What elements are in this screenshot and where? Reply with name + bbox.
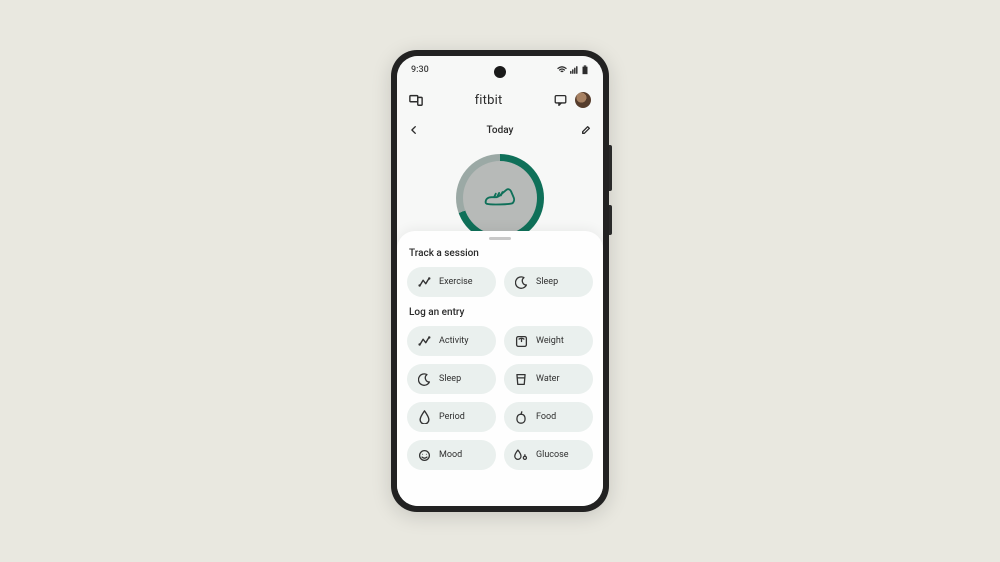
edit-pencil-icon[interactable]: [581, 125, 591, 135]
chip-label: Sleep: [536, 277, 558, 287]
sheet-drag-handle[interactable]: [489, 237, 511, 240]
apple-icon: [514, 410, 528, 424]
droplet-icon: [417, 410, 431, 424]
back-chevron-icon[interactable]: [409, 125, 419, 135]
track-session-grid: Exercise Sleep: [407, 267, 593, 297]
bottom-sheet: Track a session Exercise Sleep Log an en…: [397, 231, 603, 506]
wifi-icon: [557, 66, 567, 74]
log-entry-grid: Activity Weight Sleep: [407, 326, 593, 470]
track-exercise-button[interactable]: Exercise: [407, 267, 496, 297]
exercise-icon: [417, 275, 431, 289]
app-top-bar: fitbit: [397, 84, 603, 116]
glucose-icon: [514, 448, 528, 462]
chat-icon[interactable]: [554, 94, 567, 107]
phone-power-button: [609, 205, 612, 235]
smile-icon: [417, 448, 431, 462]
log-period-button[interactable]: Period: [407, 402, 496, 432]
phone-frame: 9:30 fitbit: [391, 50, 609, 512]
chip-label: Mood: [439, 450, 462, 460]
activity-icon: [417, 334, 431, 348]
devices-icon[interactable]: [409, 93, 423, 107]
chip-label: Period: [439, 412, 465, 422]
track-sleep-button[interactable]: Sleep: [504, 267, 593, 297]
chip-label: Glucose: [536, 450, 569, 460]
battery-icon: [581, 65, 589, 75]
chip-label: Activity: [439, 336, 468, 346]
log-food-button[interactable]: Food: [504, 402, 593, 432]
status-time: 9:30: [411, 65, 429, 75]
date-sub-header: Today: [397, 116, 603, 144]
chip-label: Weight: [536, 336, 564, 346]
activity-progress-ring[interactable]: [456, 154, 544, 242]
track-session-heading: Track a session: [409, 248, 591, 259]
log-glucose-button[interactable]: Glucose: [504, 440, 593, 470]
log-mood-button[interactable]: Mood: [407, 440, 496, 470]
cup-icon: [514, 372, 528, 386]
phone-camera-hole: [494, 66, 506, 78]
phone-screen: 9:30 fitbit: [397, 56, 603, 506]
scale-icon: [514, 334, 528, 348]
chip-label: Sleep: [439, 374, 461, 384]
avatar[interactable]: [575, 92, 591, 108]
cellular-icon: [570, 66, 578, 74]
status-icons-group: [557, 65, 589, 75]
log-activity-button[interactable]: Activity: [407, 326, 496, 356]
shoe-icon: [483, 187, 517, 209]
moon-icon: [514, 275, 528, 289]
date-label: Today: [487, 125, 514, 136]
app-brand-title: fitbit: [475, 93, 503, 108]
chip-label: Water: [536, 374, 560, 384]
chip-label: Exercise: [439, 277, 473, 287]
moon-icon: [417, 372, 431, 386]
chip-label: Food: [536, 412, 556, 422]
activity-ring-area: [397, 154, 603, 242]
phone-volume-button: [609, 145, 612, 191]
log-water-button[interactable]: Water: [504, 364, 593, 394]
log-sleep-button[interactable]: Sleep: [407, 364, 496, 394]
log-entry-heading: Log an entry: [409, 307, 591, 318]
log-weight-button[interactable]: Weight: [504, 326, 593, 356]
